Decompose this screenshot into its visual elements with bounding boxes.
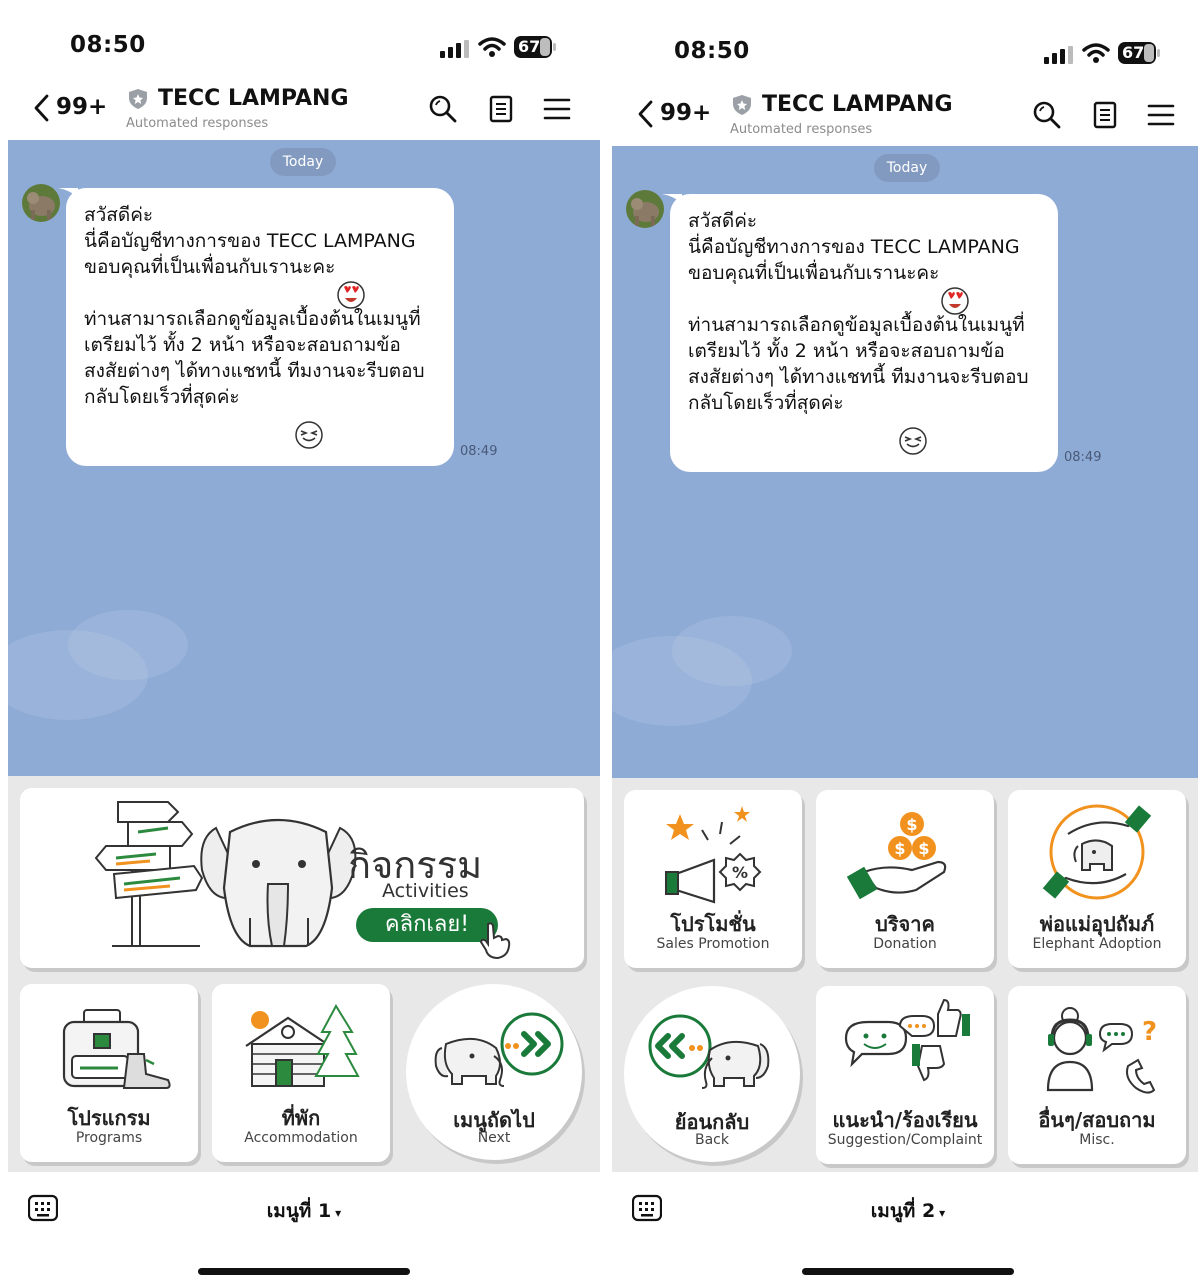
heart-eyes-emoji-icon — [337, 281, 365, 309]
unread-count[interactable]: 99+ — [56, 94, 107, 120]
programs-subtitle: Programs — [75, 1130, 143, 1146]
chevron-left-icon — [638, 100, 653, 128]
chat-title[interactable]: TECC LAMPANG — [158, 86, 349, 111]
date-chip: Today — [270, 148, 336, 176]
accommodation-tile[interactable]: ที่พัก Accommodation — [212, 984, 390, 1162]
search-icon[interactable] — [1032, 100, 1062, 130]
battery-level: 67 — [1122, 43, 1145, 62]
message-paragraph: สวัสดีค่ะ นี่คือบัญชีทางการของ TECC LAMP… — [688, 210, 1020, 284]
message-time: 08:49 — [1064, 450, 1102, 465]
phone-screen-menu-1: 08:50 67 99+ TECC LAMPANG Automated resp… — [8, 0, 600, 1287]
home-indicator — [802, 1268, 1014, 1275]
menu-switcher[interactable]: เมนูที่ 2 ▾ — [612, 1196, 1198, 1226]
message-bubble[interactable]: สวัสดีค่ะ นี่คือบัญชีทางการของ TECC LAMP… — [58, 188, 454, 466]
battery-icon: 67 — [1118, 42, 1162, 64]
message-time: 08:49 — [460, 444, 498, 459]
rich-menu: % โปรโมชั่น Sales Promotion $ $ $ บริจาค… — [612, 778, 1198, 1174]
bottom-bar: เมนูที่ 1 ▾ — [8, 1172, 600, 1287]
svg-text:$: $ — [906, 815, 917, 834]
status-bar: 08:50 67 — [8, 0, 600, 78]
menu-switcher-label: เมนูที่ 1 — [266, 1200, 332, 1222]
elephant-adoption-tile[interactable]: พ่อแม่อุปถัมภ์ Elephant Adoption — [1008, 790, 1186, 968]
bot-avatar[interactable] — [22, 184, 60, 222]
notes-icon[interactable] — [486, 94, 516, 124]
svg-text:?: ? — [1142, 1017, 1157, 1047]
pointer-hand-icon — [479, 922, 511, 960]
svg-text:$: $ — [894, 839, 905, 858]
donation-tile[interactable]: $ $ $ บริจาค Donation — [816, 790, 994, 968]
back-subtitle: Back — [695, 1132, 729, 1148]
bubble-tail — [662, 194, 682, 204]
misc-tile[interactable]: ? อื่นๆ/สอบถาม Misc. — [1008, 986, 1186, 1164]
next-menu-button[interactable]: เมนูถัดไป Next — [406, 984, 582, 1160]
wifi-icon — [478, 37, 506, 57]
background-cloud — [672, 616, 792, 686]
svg-text:$: $ — [918, 839, 929, 858]
search-icon[interactable] — [428, 94, 458, 124]
status-time: 08:50 — [674, 38, 750, 64]
battery-icon: 67 — [514, 36, 558, 58]
rich-menu: กิจกรรม Activities คลิกเลย! โปรแกรม Prog… — [8, 776, 600, 1172]
activities-subtitle: Activities — [382, 880, 469, 902]
suggestion-complaint-tile[interactable]: แนะนำ/ร้องเรียน Suggestion/Complaint — [816, 986, 994, 1164]
chat-area[interactable]: Today สวัสดีค่ะ นี่คือบัญชีทางการของ TEC… — [8, 140, 600, 776]
activities-tile[interactable]: กิจกรรม Activities คลิกเลย! — [20, 788, 584, 968]
donation-subtitle: Donation — [873, 936, 937, 952]
menu-icon[interactable] — [542, 94, 572, 124]
programs-tile[interactable]: โปรแกรม Programs — [20, 984, 198, 1162]
caret-down-icon: ▾ — [335, 1206, 342, 1220]
accommodation-subtitle: Accommodation — [244, 1130, 358, 1146]
misc-subtitle: Misc. — [1079, 1132, 1115, 1148]
screen-divider — [600, 0, 612, 1287]
sales-promotion-tile[interactable]: % โปรโมชั่น Sales Promotion — [624, 790, 802, 968]
chat-header: 99+ TECC LAMPANG Automated responses — [612, 84, 1198, 144]
cellular-signal-icon — [1044, 46, 1073, 64]
menu-icon[interactable] — [1146, 100, 1176, 130]
chat-header: 99+ TECC LAMPANG Automated responses — [8, 78, 600, 138]
notes-icon[interactable] — [1090, 100, 1120, 130]
back-menu-button[interactable]: ย้อนกลับ Back — [624, 986, 800, 1162]
laughing-emoji-icon — [899, 427, 927, 455]
caret-down-icon: ▾ — [939, 1206, 946, 1220]
svg-text:%: % — [732, 863, 748, 882]
chat-area[interactable]: Today สวัสดีค่ะ นี่คือบัญชีทางการของ TEC… — [612, 146, 1198, 778]
background-cloud — [68, 610, 188, 680]
message-paragraph: สวัสดีค่ะ นี่คือบัญชีทางการของ TECC LAMP… — [84, 204, 416, 278]
bottom-bar: เมนูที่ 2 ▾ — [612, 1172, 1198, 1287]
heart-eyes-emoji-icon — [941, 287, 969, 315]
message-paragraph: ท่านสามารถเลือกดูข้อมูลเบื้องต้นในเมนูที… — [84, 308, 425, 408]
suggestion-complaint-subtitle: Suggestion/Complaint — [827, 1132, 983, 1148]
menu-switcher-label: เมนูที่ 2 — [870, 1200, 936, 1222]
status-bar: 08:50 67 — [612, 6, 1198, 84]
cellular-signal-icon — [440, 40, 469, 58]
sales-promotion-subtitle: Sales Promotion — [656, 936, 770, 952]
menu-switcher[interactable]: เมนูที่ 1 ▾ — [8, 1196, 600, 1226]
laughing-emoji-icon — [295, 421, 323, 449]
status-time: 08:50 — [70, 32, 146, 58]
battery-level: 67 — [518, 37, 541, 56]
bot-avatar[interactable] — [626, 190, 664, 228]
chat-subtitle: Automated responses — [126, 116, 269, 131]
verified-shield-icon — [129, 89, 147, 109]
message-paragraph: ท่านสามารถเลือกดูข้อมูลเบื้องต้นในเมนูที… — [688, 314, 1029, 414]
elephant-adoption-subtitle: Elephant Adoption — [1032, 936, 1162, 952]
wifi-icon — [1082, 43, 1110, 63]
phone-screen-menu-2: 08:50 67 99+ TECC LAMPANG Automated resp… — [612, 0, 1198, 1287]
chevron-left-icon — [34, 94, 49, 122]
click-now-label: คลิกเลย! — [384, 912, 470, 937]
next-subtitle: Next — [477, 1130, 511, 1146]
home-indicator — [198, 1268, 410, 1275]
date-chip: Today — [874, 154, 940, 182]
unread-count[interactable]: 99+ — [660, 100, 711, 126]
chat-title[interactable]: TECC LAMPANG — [762, 92, 953, 117]
verified-shield-icon — [733, 95, 751, 115]
chat-subtitle: Automated responses — [730, 122, 873, 137]
message-bubble[interactable]: สวัสดีค่ะ นี่คือบัญชีทางการของ TECC LAMP… — [662, 194, 1058, 472]
bubble-tail — [58, 188, 78, 198]
